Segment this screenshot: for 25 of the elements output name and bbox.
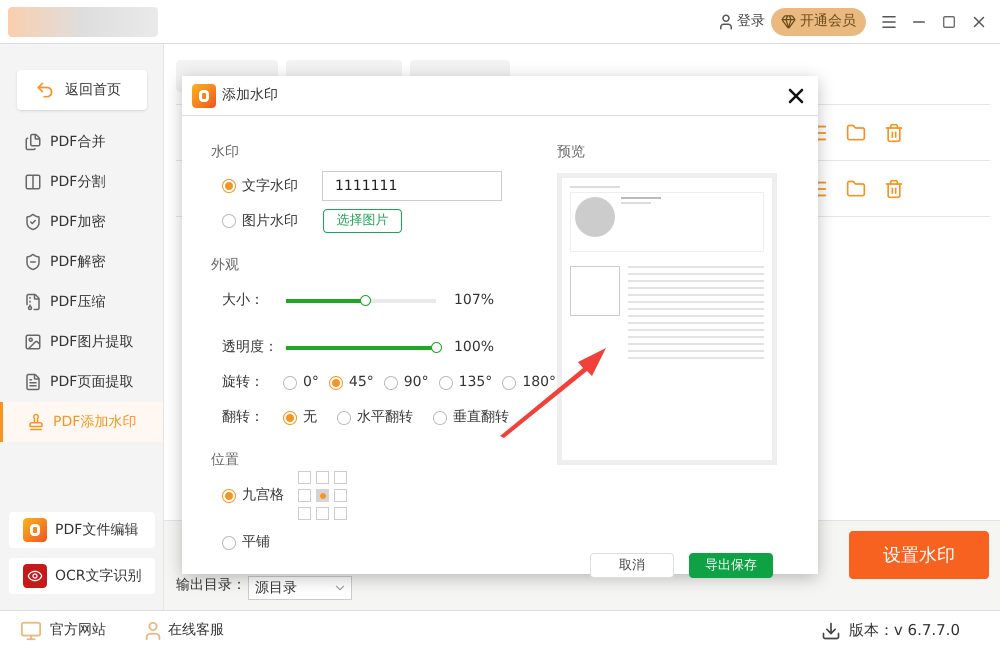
preview-heading: 预览 bbox=[557, 143, 586, 162]
radio-label: 水平翻转 bbox=[357, 408, 413, 427]
slider-reading: 100% bbox=[454, 338, 494, 357]
dialog-title: 添加水印 bbox=[222, 86, 278, 105]
radio-label: 垂直翻转 bbox=[453, 408, 509, 427]
slider-reading: 107% bbox=[454, 291, 494, 310]
radio-label: 45° bbox=[348, 373, 374, 392]
radio-label: 180° bbox=[522, 373, 556, 392]
option-label: 翻转： bbox=[222, 408, 265, 427]
radio-label: 90° bbox=[404, 373, 429, 392]
radio-label: 文字水印 bbox=[242, 176, 298, 196]
option-label: 旋转： bbox=[222, 373, 265, 392]
slider-label: 透明度： bbox=[222, 338, 279, 357]
radio-label: 135° bbox=[458, 373, 492, 392]
slider-label: 大小： bbox=[222, 291, 265, 310]
version-text: 版本：v 6.7.7.0 bbox=[848, 620, 960, 642]
radio-label: 0° bbox=[303, 373, 319, 392]
radio-label: 平铺 bbox=[242, 533, 270, 552]
output-label: 输出目录： bbox=[176, 576, 246, 595]
section-heading: 外观 bbox=[211, 256, 240, 275]
section-heading: 水印 bbox=[211, 143, 240, 162]
radio-label: 图片水印 bbox=[242, 212, 298, 230]
radio-label: 九宫格 bbox=[242, 486, 284, 505]
section-heading: 位置 bbox=[211, 451, 240, 470]
radio-label: 无 bbox=[303, 408, 317, 427]
